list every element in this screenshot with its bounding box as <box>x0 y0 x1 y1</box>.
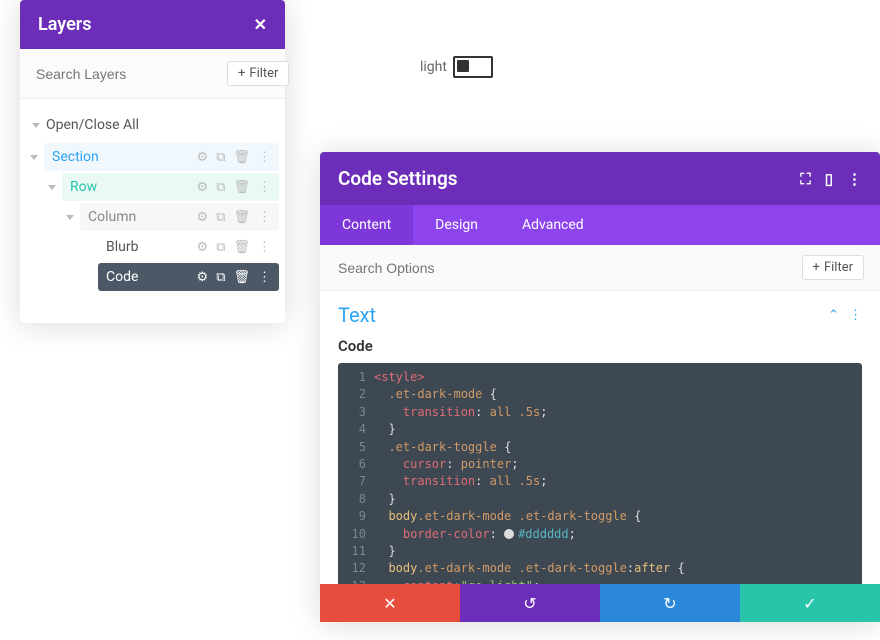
layers-search-row: + Filter <box>20 49 285 99</box>
code-search-row: + Filter <box>320 245 880 291</box>
tree-item-tools: ⚙ ⧉ 🗑 ⋮ <box>197 240 271 255</box>
tree-label: Column <box>88 209 191 225</box>
gear-icon[interactable]: ⚙ <box>197 180 209 195</box>
tree-item-row[interactable]: Row ⚙ ⧉ 🗑 ⋮ <box>62 173 279 201</box>
filter-label: Filter <box>824 260 853 275</box>
tree-label: Row <box>70 179 191 195</box>
open-close-all-label: Open/Close All <box>46 117 139 133</box>
tree-label: Code <box>106 269 191 285</box>
gear-icon[interactable]: ⚙ <box>197 270 209 285</box>
more-icon[interactable]: ⋮ <box>258 180 271 195</box>
tree-label: Blurb <box>106 239 191 255</box>
tab-advanced[interactable]: Advanced <box>500 205 606 245</box>
tree-item-section[interactable]: Section ⚙ ⧉ 🗑 ⋮ <box>44 143 279 171</box>
filter-label: Filter <box>249 66 278 81</box>
tree-item-tools: ⚙ ⧉ 🗑 ⋮ <box>197 150 271 165</box>
layers-title: Layers <box>38 14 92 35</box>
trash-icon[interactable]: 🗑 <box>233 270 250 285</box>
layers-panel: Layers ✕ + Filter Open/Close All Section… <box>20 0 285 323</box>
undo-button[interactable]: ↺ <box>460 584 600 622</box>
trash-icon[interactable]: 🗑 <box>233 240 250 255</box>
more-icon[interactable]: ⋮ <box>258 240 271 255</box>
plus-icon: + <box>238 66 245 81</box>
caret-down-icon <box>32 123 40 128</box>
redo-button[interactable]: ↻ <box>600 584 740 622</box>
discard-button[interactable]: ✕ <box>320 584 460 622</box>
trash-icon[interactable]: 🗑 <box>233 210 250 225</box>
code-field-label: Code <box>320 333 880 363</box>
close-icon[interactable]: ✕ <box>254 15 267 34</box>
code-editor[interactable]: 1<style>2 .et-dark-mode {3 transition: a… <box>338 363 862 611</box>
gear-icon[interactable]: ⚙ <box>197 210 209 225</box>
duplicate-icon[interactable]: ⧉ <box>216 210 225 225</box>
light-toggle[interactable]: light <box>420 56 493 78</box>
light-toggle-label: light <box>420 59 447 75</box>
trash-icon[interactable]: 🗑 <box>233 180 250 195</box>
filter-button[interactable]: + Filter <box>227 61 289 86</box>
save-button[interactable]: ✓ <box>740 584 880 622</box>
more-icon[interactable]: ⋮ <box>258 210 271 225</box>
tree-item-tools: ⚙ ⧉ 🗑 ⋮ <box>197 270 271 285</box>
more-icon[interactable]: ⋮ <box>849 308 862 323</box>
tree-item-tools: ⚙ ⧉ 🗑 ⋮ <box>197 180 271 195</box>
chevron-up-icon[interactable]: ⌃ <box>828 308 839 323</box>
text-section-header[interactable]: Text ⌃ ⋮ <box>320 291 880 333</box>
trash-icon[interactable]: 🗑 <box>233 150 250 165</box>
gear-icon[interactable]: ⚙ <box>197 150 209 165</box>
tab-content[interactable]: Content <box>320 205 413 245</box>
duplicate-icon[interactable]: ⧉ <box>216 180 225 195</box>
search-options-input[interactable] <box>336 259 794 277</box>
sidebar-icon[interactable]: ▯ <box>825 170 833 188</box>
filter-button[interactable]: + Filter <box>802 255 864 280</box>
duplicate-icon[interactable]: ⧉ <box>216 150 225 165</box>
caret-down-icon <box>48 185 56 190</box>
search-layers-input[interactable] <box>34 65 219 83</box>
tree-item-tools: ⚙ ⧉ 🗑 ⋮ <box>197 210 271 225</box>
tree-label: Section <box>52 149 191 165</box>
gear-icon[interactable]: ⚙ <box>197 240 209 255</box>
toggle-knob <box>457 60 469 72</box>
toggle-box[interactable] <box>453 56 493 78</box>
code-settings-title: Code Settings <box>338 167 458 190</box>
expand-icon[interactable]: ⛶ <box>800 170 811 188</box>
layers-tree: Open/Close All Section ⚙ ⧉ 🗑 ⋮ Row ⚙ ⧉ 🗑… <box>20 99 285 323</box>
bottom-action-bar: ✕ ↺ ↻ ✓ <box>320 584 880 622</box>
tree-item-blurb[interactable]: Blurb ⚙ ⧉ 🗑 ⋮ <box>98 233 279 261</box>
plus-icon: + <box>813 260 820 275</box>
code-settings-tabs: Content Design Advanced <box>320 205 880 245</box>
caret-down-icon <box>30 155 38 160</box>
duplicate-icon[interactable]: ⧉ <box>216 240 225 255</box>
code-settings-header: Code Settings ⛶ ▯ ⋮ <box>320 152 880 205</box>
tree-item-column[interactable]: Column ⚙ ⧉ 🗑 ⋮ <box>80 203 279 231</box>
code-settings-panel: Code Settings ⛶ ▯ ⋮ Content Design Advan… <box>320 152 880 622</box>
section-title: Text <box>338 303 376 327</box>
tab-design[interactable]: Design <box>413 205 500 245</box>
open-close-all[interactable]: Open/Close All <box>26 109 279 141</box>
layers-header: Layers ✕ <box>20 0 285 49</box>
more-icon[interactable]: ⋮ <box>258 270 271 285</box>
more-icon[interactable]: ⋮ <box>847 170 862 188</box>
duplicate-icon[interactable]: ⧉ <box>216 270 225 285</box>
more-icon[interactable]: ⋮ <box>258 150 271 165</box>
tree-item-code[interactable]: Code ⚙ ⧉ 🗑 ⋮ <box>98 263 279 291</box>
caret-down-icon <box>66 215 74 220</box>
